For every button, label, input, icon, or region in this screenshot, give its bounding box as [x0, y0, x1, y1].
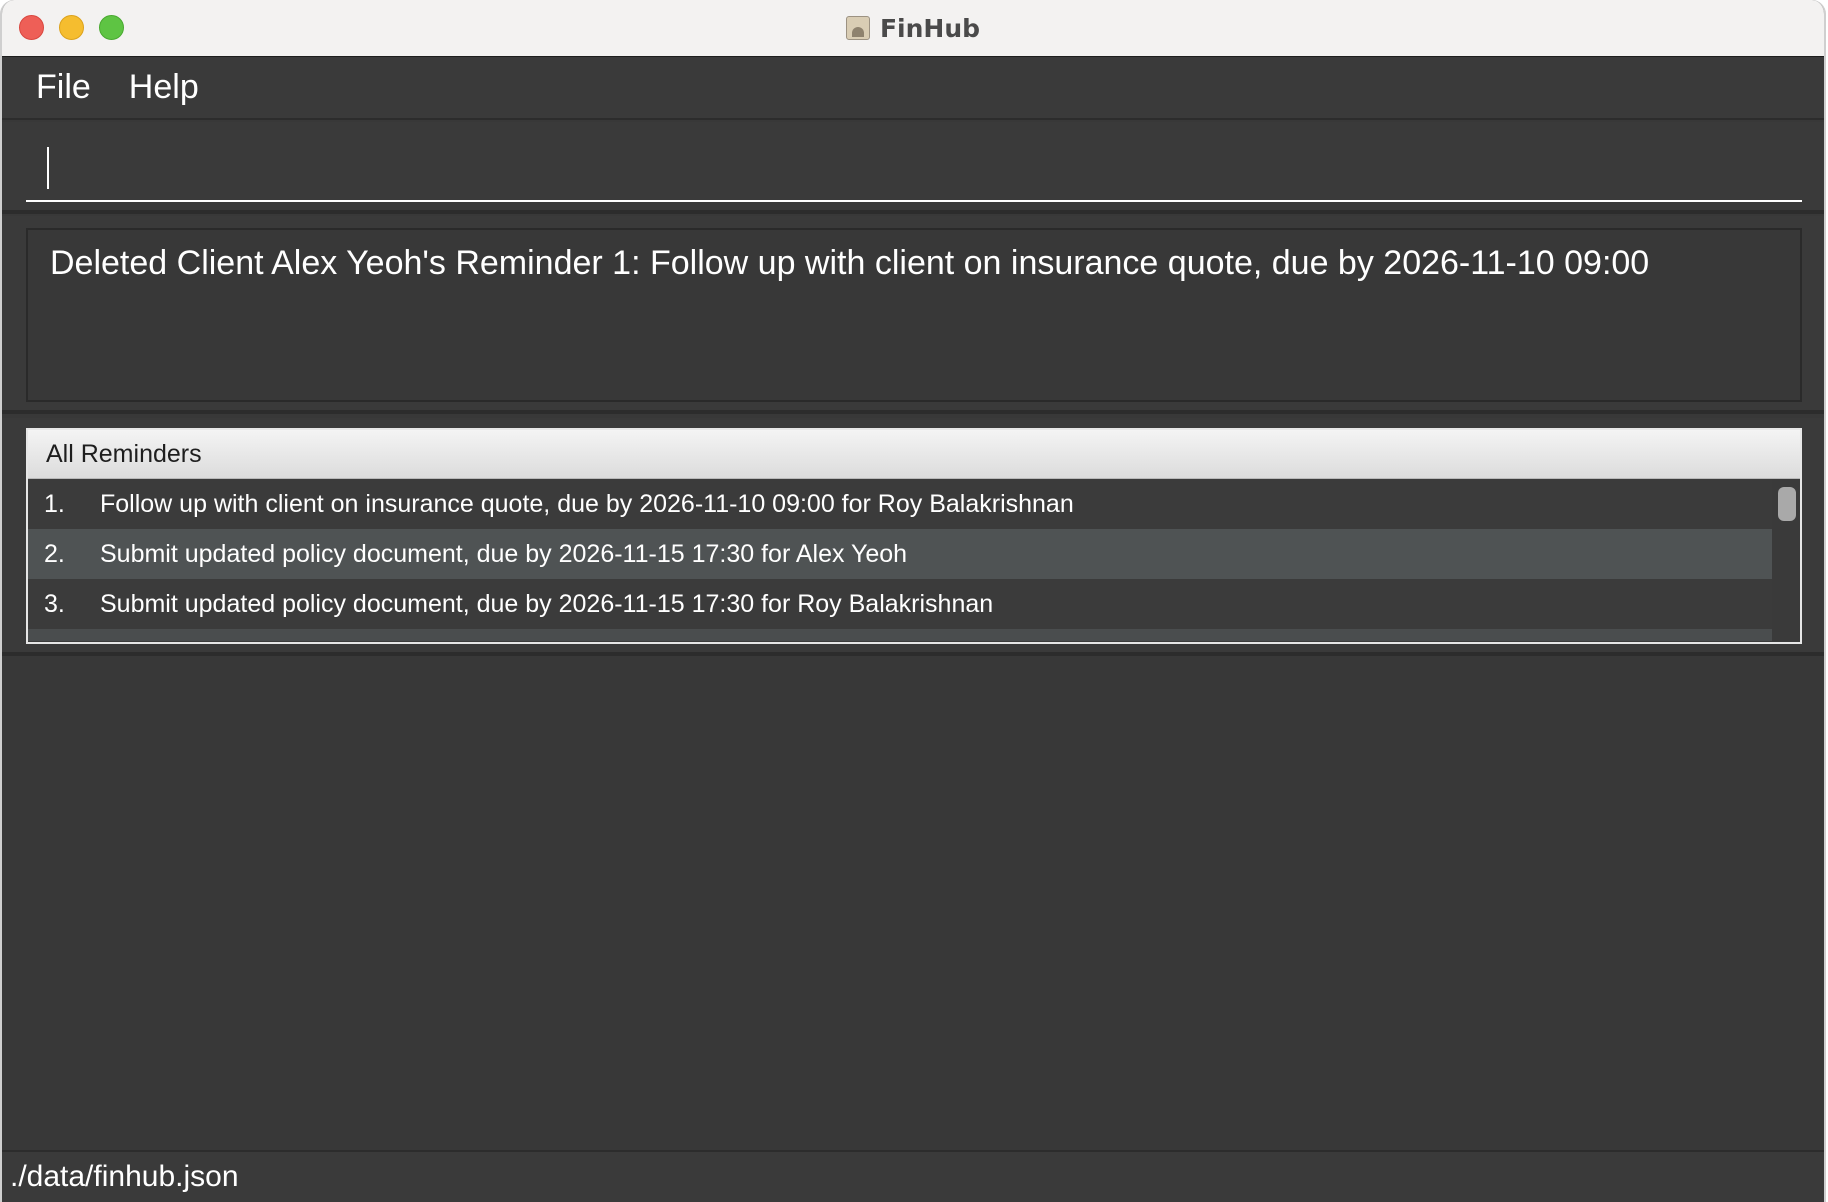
- window-title-group: FinHub: [2, 0, 1824, 56]
- menu-file[interactable]: File: [36, 68, 91, 107]
- reminder-text: Follow up with client on insurance quote…: [100, 489, 1074, 518]
- reminder-list-scrollbar[interactable]: [1772, 479, 1800, 642]
- address-book-icon: [845, 16, 870, 40]
- reminder-row-2[interactable]: 2. Submit updated policy document, due b…: [28, 529, 1772, 579]
- menu-bar: File Help: [2, 57, 1824, 120]
- command-box-container: [2, 122, 1824, 214]
- save-file-path: ./data/finhub.json: [10, 1160, 239, 1193]
- reminder-index: 2.: [44, 539, 65, 568]
- reminder-index: 1.: [44, 489, 65, 518]
- reminder-text: Submit updated policy document, due by 2…: [100, 539, 908, 568]
- window-title: FinHub: [879, 13, 981, 43]
- empty-content-area: [2, 656, 1824, 1150]
- menu-help[interactable]: Help: [129, 68, 199, 107]
- scrollbar-thumb[interactable]: [1778, 487, 1796, 521]
- reminder-list: 1. Follow up with client on insurance qu…: [28, 479, 1772, 641]
- reminder-list-panel: All Reminders 1. Follow up with client o…: [26, 428, 1802, 644]
- reminder-text: Submit updated policy document, due by 2…: [100, 589, 994, 618]
- reminder-index: 3.: [44, 589, 65, 618]
- status-bar: ./data/finhub.json: [2, 1150, 1824, 1202]
- reminder-list-header: All Reminders: [28, 430, 1800, 479]
- title-bar: FinHub: [2, 0, 1824, 57]
- reminder-row-partial[interactable]: [28, 629, 1772, 641]
- reminder-row-1[interactable]: 1. Follow up with client on insurance qu…: [28, 479, 1772, 529]
- command-input[interactable]: [26, 142, 1802, 202]
- result-display-container: Deleted Client Alex Yeoh's Reminder 1: F…: [2, 216, 1824, 414]
- reminder-list-container: All Reminders 1. Follow up with client o…: [2, 418, 1824, 656]
- result-display: Deleted Client Alex Yeoh's Reminder 1: F…: [26, 228, 1802, 402]
- text-cursor: [47, 147, 49, 189]
- app-window: FinHub File Help Deleted Client Alex Yeo…: [0, 0, 1826, 1202]
- reminder-row-3[interactable]: 3. Submit updated policy document, due b…: [28, 579, 1772, 629]
